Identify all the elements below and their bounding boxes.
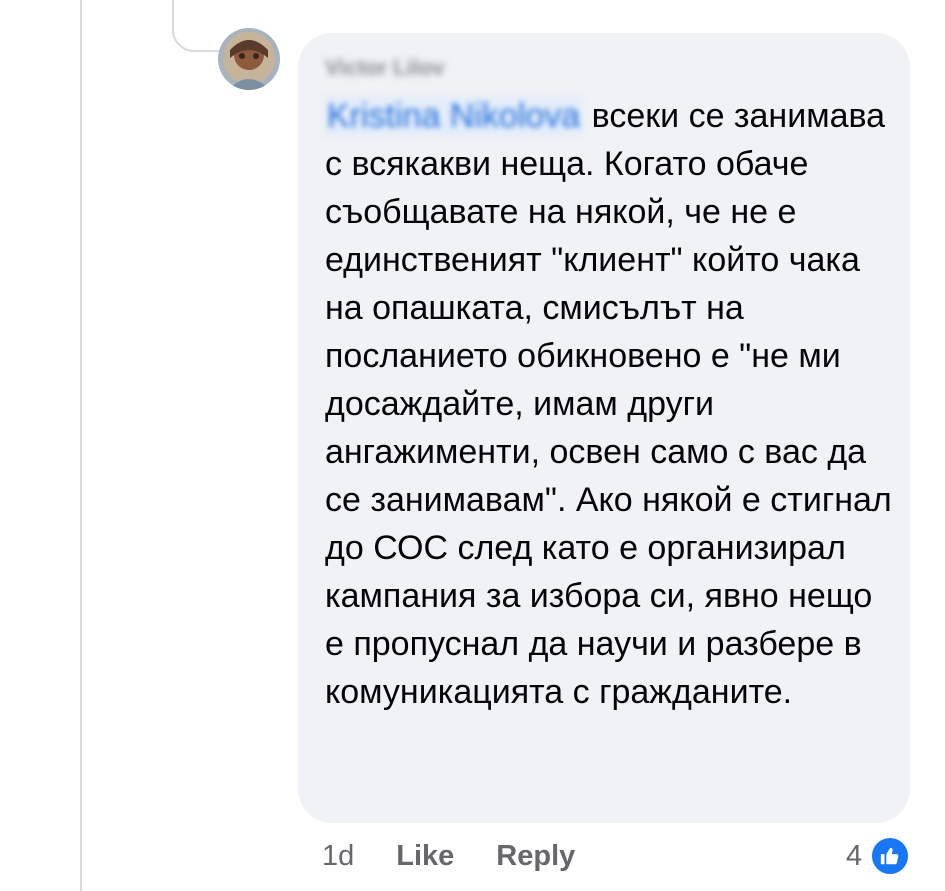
reaction-summary[interactable]: 4 bbox=[846, 836, 911, 876]
comment-text: Kristina Nikolova всеки се занимава с вс… bbox=[325, 92, 895, 716]
reply-button[interactable]: Reply bbox=[496, 840, 575, 873]
reaction-count: 4 bbox=[846, 839, 863, 872]
comment-timestamp[interactable]: 1d bbox=[322, 840, 354, 873]
thumbs-up-icon bbox=[870, 836, 911, 876]
comment-author-name[interactable]: Victor Lilov bbox=[325, 55, 444, 81]
avatar[interactable] bbox=[218, 28, 280, 90]
reply-connector-line bbox=[172, 0, 220, 52]
mention-tag[interactable]: Kristina Nikolova bbox=[325, 97, 583, 135]
like-button[interactable]: Like bbox=[396, 840, 454, 873]
thread-line bbox=[80, 0, 82, 891]
comment-body: всеки се занимава с всякакви неща. Когат… bbox=[325, 97, 892, 711]
comment-actions: 1d Like Reply bbox=[322, 836, 575, 876]
